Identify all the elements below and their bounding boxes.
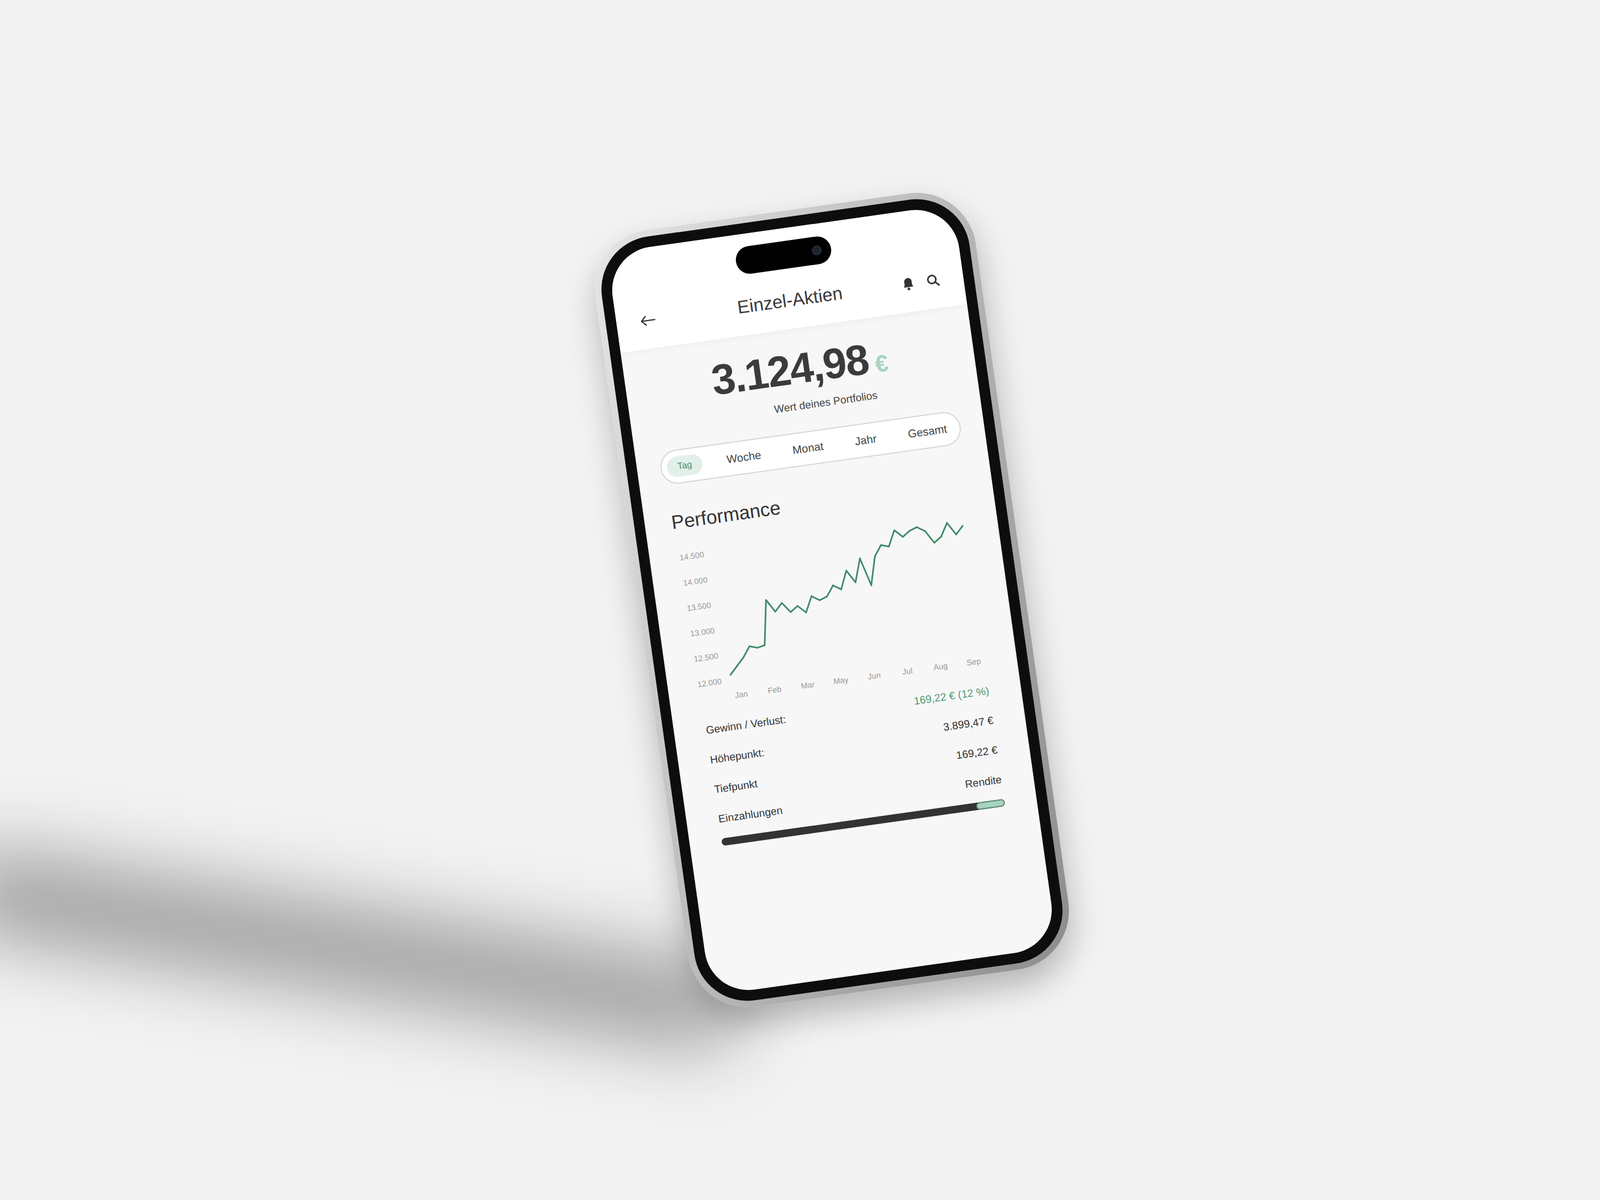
chart-segment (765, 598, 775, 613)
chart-segment (867, 556, 879, 586)
y-tick: 14.000 (682, 574, 709, 588)
period-tab[interactable]: Gesamt (899, 416, 957, 447)
chart-segment (933, 536, 942, 543)
header: Einzel-Aktien (606, 204, 967, 353)
chart-svg: 14.500 14.000 13.500 13.000 12.500 12.000 Jan F… (664, 506, 994, 714)
chart-segment (916, 525, 925, 532)
chart-segment (873, 545, 883, 557)
back-button[interactable] (638, 308, 688, 327)
screen: Einzel-Aktien 3.124,98 € Wert deines Por… (606, 204, 1058, 996)
stat-value: Rendite (963, 771, 1003, 792)
chart-segment (833, 584, 842, 590)
chart-segment (955, 525, 964, 534)
bell-icon[interactable] (900, 275, 916, 292)
chart-segment (838, 570, 850, 589)
search-icon[interactable] (925, 272, 941, 288)
performance-chart: 14.500 14.000 13.500 13.000 12.500 12.000 Jan F… (648, 502, 1019, 715)
y-tick: 14.500 (678, 549, 705, 562)
chart-segment (846, 569, 856, 583)
x-tick: Sep (965, 656, 982, 668)
chart-segment (924, 529, 934, 544)
x-tick: Aug (932, 660, 949, 672)
chart-segment (789, 605, 798, 612)
chart-segment (939, 522, 949, 537)
currency-symbol: € (873, 350, 890, 376)
stat-label: Tiefpunkt (713, 774, 759, 797)
chart-segment (909, 526, 918, 531)
progress-fill (976, 798, 1006, 810)
stat-value: 169,22 € (955, 741, 999, 764)
chart-line (713, 520, 979, 675)
chart-segment (894, 529, 903, 538)
page-title: Einzel-Aktien (735, 279, 845, 322)
back-arrow-icon[interactable] (638, 313, 657, 327)
x-tick: Jul (901, 665, 913, 677)
x-tick: Feb (766, 683, 782, 695)
stat-label: Höhepunkt: (708, 744, 765, 768)
phone: Einzel-Aktien 3.124,98 € Wert deines Por… (587, 185, 1077, 1015)
stat-label: Gewinn / Verlust: (705, 710, 788, 739)
y-tick: 13.500 (685, 600, 712, 613)
x-tick: Mar (800, 679, 815, 691)
chart-segment (758, 600, 773, 646)
chart-segment (749, 644, 758, 649)
stat-value: 3.899,47 € (942, 712, 995, 735)
chart-segment (797, 604, 806, 614)
period-tab[interactable]: Jahr (845, 426, 886, 455)
chart-segment (774, 602, 783, 612)
chart-segment (781, 601, 791, 613)
period-tab[interactable]: Tag (665, 452, 704, 478)
chart-segment (881, 544, 890, 548)
stat-value: 169,22 € (12 %) (912, 682, 990, 709)
chart-segment (901, 530, 910, 537)
period-tab[interactable]: Monat (783, 433, 833, 463)
chart-segment (859, 556, 871, 586)
x-tick: Jun (867, 669, 882, 681)
period-tabs: Tag Woche Monat Jahr Gesamt (658, 410, 963, 486)
camera-icon (811, 244, 822, 256)
x-tick: Jan (734, 688, 749, 700)
stat-label: Einzahlungen (717, 801, 784, 827)
chart-segment (757, 644, 766, 648)
chart-segment (736, 657, 745, 666)
chart-segment (886, 530, 897, 547)
y-tick: 13.000 (689, 625, 716, 638)
chart-segment (825, 585, 835, 597)
phone-shadow (0, 844, 749, 1055)
y-tick: 12.000 (696, 676, 723, 689)
chart-segment (819, 596, 828, 600)
chart-segment (946, 521, 956, 536)
phone-bezel: Einzel-Aktien 3.124,98 € Wert deines Por… (594, 192, 1070, 1008)
x-tick: May (832, 674, 850, 686)
chart-segment (729, 666, 739, 675)
chart-segment (741, 645, 751, 658)
chart-segment (803, 595, 814, 613)
period-tab[interactable]: Woche (717, 442, 771, 472)
canvas: Einzel-Aktien 3.124,98 € Wert deines Por… (0, 0, 1600, 1200)
chart-segment (811, 594, 820, 601)
y-tick: 12.500 (693, 650, 719, 663)
